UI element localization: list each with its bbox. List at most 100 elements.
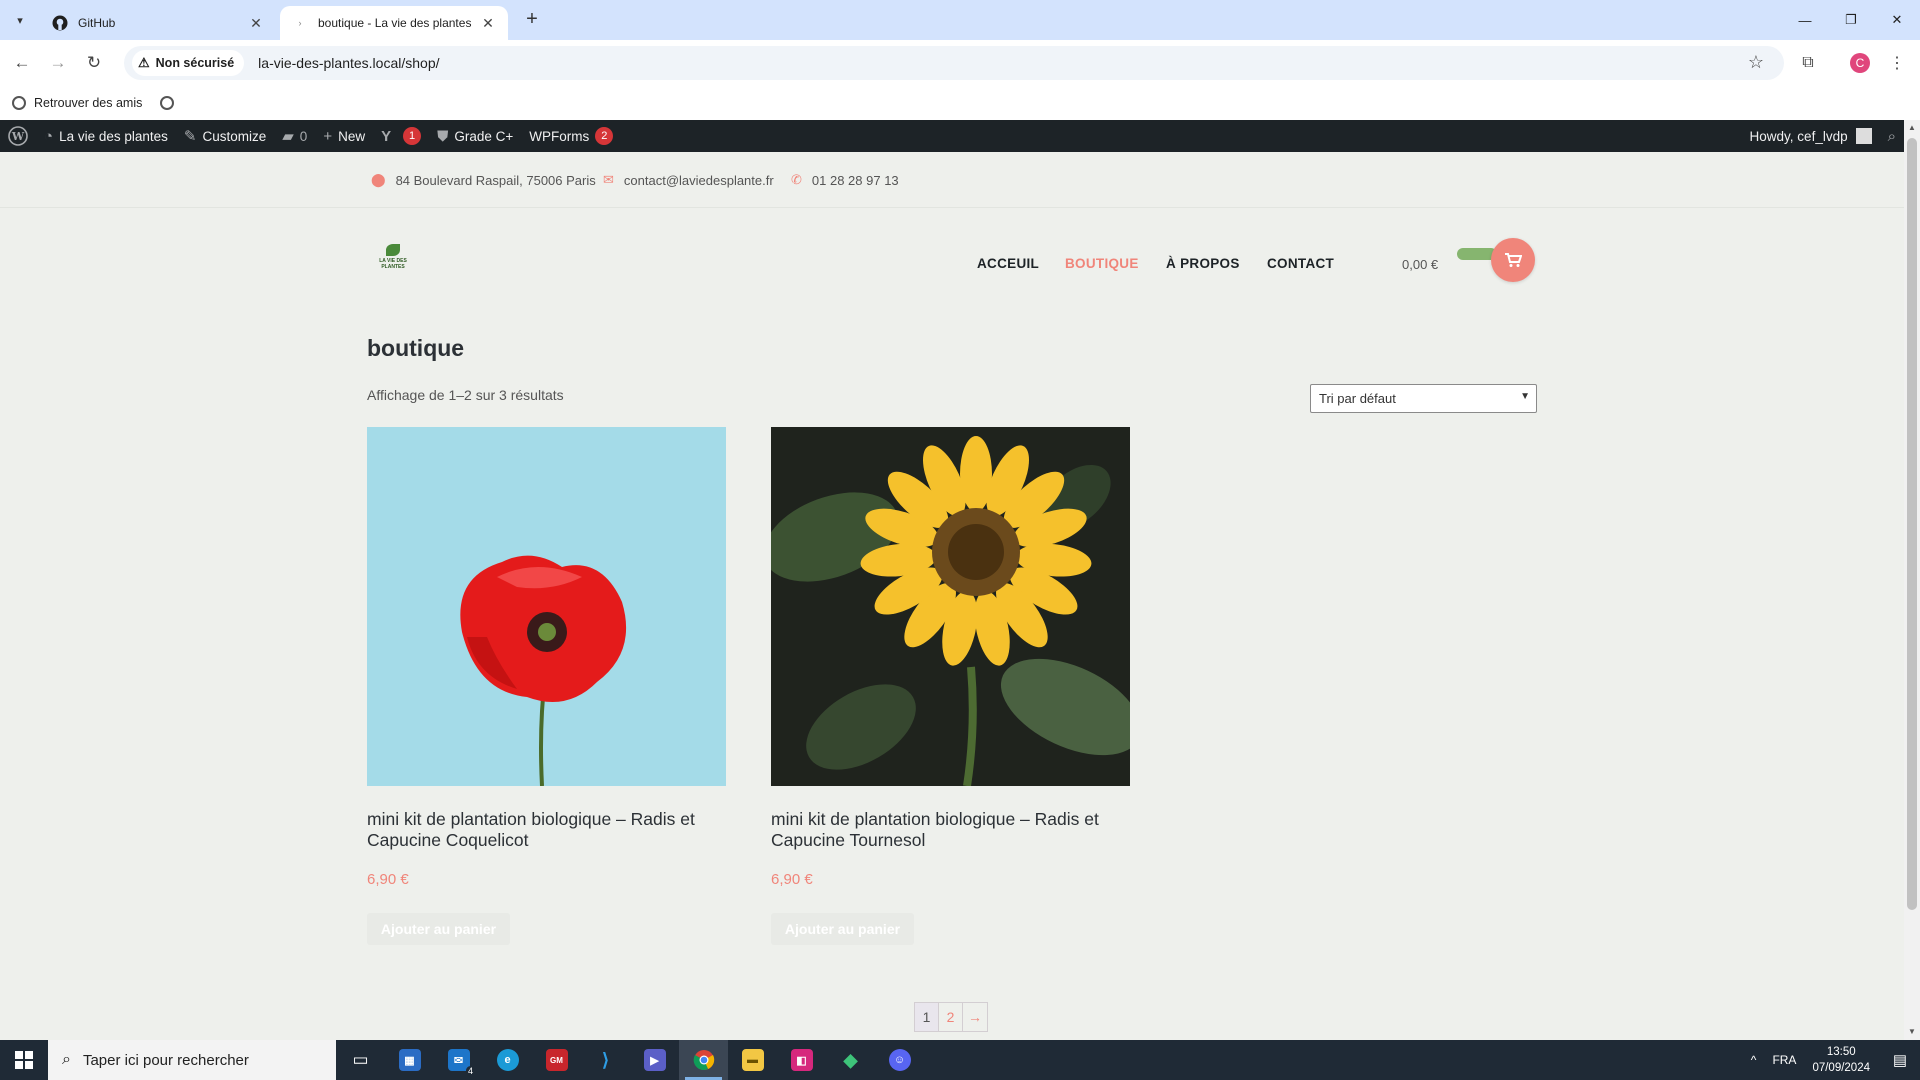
comments-button[interactable]: ▰ 0 <box>274 120 315 152</box>
avatar <box>1855 128 1872 144</box>
product-price: 6,90 € <box>771 871 813 888</box>
dashboard-icon: ◔ <box>44 127 54 145</box>
nav-item-a-propos[interactable]: À PROPOS <box>1166 256 1240 271</box>
svg-text:W: W <box>11 130 25 143</box>
tab-close-icon[interactable]: ✕ <box>480 15 496 32</box>
language-indicator[interactable]: FRA <box>1772 1053 1796 1067</box>
grade-label: Grade C+ <box>454 128 514 144</box>
windows-taskbar: ⌕ Taper ici pour rechercher ▭ ▦ ✉ 4 e GM… <box>0 1040 1920 1080</box>
admin-search-button[interactable]: ⌕ <box>1880 120 1904 152</box>
yoast-button[interactable]: Y 1 <box>373 120 429 152</box>
email-info[interactable]: ✉ contact@laviedesplante.fr <box>603 172 774 188</box>
page-scrollbar[interactable]: ▲ ▼ <box>1904 120 1920 1040</box>
wpforms-badge: 2 <box>595 127 614 145</box>
clock[interactable]: 13:50 07/09/2024 <box>1812 1044 1870 1076</box>
minimize-button[interactable]: — <box>1782 0 1828 40</box>
back-button[interactable]: ← <box>8 49 36 77</box>
bookmark-item-globe[interactable] <box>160 96 182 110</box>
account-menu[interactable]: Howdy, cef_lvdp <box>1742 120 1880 152</box>
warning-icon: ⚠ <box>138 55 150 70</box>
security-chip[interactable]: ⚠ Non sécurisé <box>132 50 245 76</box>
reload-button[interactable]: ↻ <box>80 49 108 77</box>
close-window-button[interactable]: ✕ <box>1874 0 1920 40</box>
scroll-down-icon[interactable]: ▼ <box>1904 1024 1920 1040</box>
address-bar[interactable]: ⚠ Non sécurisé la-vie-des-plantes.local/… <box>124 46 1784 80</box>
tray-chevron-up-icon[interactable]: ^ <box>1751 1053 1757 1067</box>
scroll-up-icon[interactable]: ▲ <box>1904 120 1920 136</box>
product-image-sunflower[interactable] <box>771 427 1130 786</box>
site-logo[interactable]: LA VIE DES PLANTES <box>374 244 412 278</box>
product-image-poppy[interactable] <box>367 427 726 786</box>
cart-icon <box>1505 253 1522 267</box>
brush-icon: ✎ <box>183 128 197 145</box>
wp-logo-button[interactable]: W <box>0 120 36 152</box>
url-text[interactable]: la-vie-des-plantes.local/shop/ <box>258 55 439 71</box>
notification-icon[interactable]: ▤ <box>1880 1051 1920 1069</box>
taskbar-search[interactable]: ⌕ Taper ici pour rechercher <box>48 1040 336 1080</box>
product-title[interactable]: mini kit de plantation biologique – Radi… <box>367 809 726 851</box>
email-text[interactable]: contact@laviedesplante.fr <box>624 173 774 188</box>
search-icon: ⌕ <box>1887 127 1896 145</box>
start-button[interactable] <box>0 1040 48 1080</box>
chrome-icon[interactable] <box>679 1040 728 1080</box>
product-title[interactable]: mini kit de plantation biologique – Radi… <box>771 809 1130 851</box>
grade-button[interactable]: ⛊ Grade C+ <box>429 120 521 152</box>
browser-toolbar: ← → ↻ ⚠ Non sécurisé la-vie-des-plantes.… <box>0 40 1920 86</box>
globe-icon <box>160 96 175 110</box>
discord-icon[interactable]: ☺ <box>875 1040 924 1080</box>
cart-button[interactable] <box>1491 238 1535 282</box>
new-label: New <box>338 128 366 144</box>
mail-icon[interactable]: ✉ 4 <box>434 1040 483 1080</box>
tab-search-chevron-icon[interactable]: ▾ <box>8 8 32 32</box>
tab-title: GitHub <box>78 16 116 30</box>
local-app-icon[interactable]: ◧ <box>777 1040 826 1080</box>
orderby-select[interactable]: Tri par défaut ▼ <box>1310 384 1537 413</box>
media-app-icon[interactable]: ▶ <box>630 1040 679 1080</box>
add-to-cart-button[interactable]: Ajouter au panier <box>771 913 914 945</box>
windows-logo-icon <box>15 1051 33 1069</box>
nav-item-contact[interactable]: CONTACT <box>1267 256 1334 271</box>
tab-boutique[interactable]: › boutique - La vie des plantes ✕ <box>280 6 508 40</box>
edge-icon[interactable]: e <box>483 1040 532 1080</box>
vscode-icon[interactable]: ⟩ <box>581 1040 630 1080</box>
site-contact-bar: ⬤ 84 Boulevard Raspail, 75006 Paris ✉ co… <box>0 152 1904 208</box>
wp-admin-bar: W ◔ La vie des plantes ✎ Customize ▰ 0 +… <box>0 120 1904 152</box>
new-tab-button[interactable]: + <box>520 8 544 32</box>
restore-button[interactable]: ❐ <box>1828 0 1874 40</box>
green-app-icon[interactable]: ◆ <box>826 1040 875 1080</box>
new-content-button[interactable]: + New <box>315 120 373 152</box>
page-number-current: 1 <box>915 1003 939 1031</box>
bookmark-star-icon[interactable]: ☆ <box>1748 52 1764 73</box>
red-app-icon[interactable]: GM <box>532 1040 581 1080</box>
wpforms-button[interactable]: WPForms 2 <box>521 120 621 152</box>
task-view-icon[interactable]: ▭ <box>336 1040 385 1080</box>
tab-close-icon[interactable]: ✕ <box>248 15 264 32</box>
phone-text[interactable]: 01 28 28 97 13 <box>812 173 899 188</box>
profile-avatar[interactable]: C <box>1849 52 1871 74</box>
address-text: 84 Boulevard Raspail, 75006 Paris <box>395 172 596 188</box>
nav-item-boutique[interactable]: BOUTIQUE <box>1065 256 1139 271</box>
nav-item-acceuil[interactable]: ACCEUIL <box>977 256 1039 271</box>
howdy-label: Howdy, cef_lvdp <box>1749 128 1848 144</box>
page-number-link[interactable]: 2 <box>939 1003 963 1031</box>
wpforms-label: WPForms <box>529 128 590 144</box>
bookmark-item[interactable]: Retrouver des amis <box>12 96 142 110</box>
globe-icon <box>12 96 26 110</box>
comment-icon: ▰ <box>282 128 294 145</box>
add-to-cart-button[interactable]: Ajouter au panier <box>367 913 510 945</box>
file-explorer-icon[interactable]: ▬ <box>728 1040 777 1080</box>
store-icon[interactable]: ▦ <box>385 1040 434 1080</box>
system-tray: ^ FRA 13:50 07/09/2024 ▤ <box>1751 1040 1920 1080</box>
map-pin-icon: ⬤ <box>371 172 386 187</box>
menu-kebab-icon[interactable]: ⋮ <box>1886 52 1908 74</box>
site-favicon: › <box>298 18 302 28</box>
customize-button[interactable]: ✎ Customize <box>176 120 274 152</box>
extensions-icon[interactable]: ⧉ <box>1797 52 1819 74</box>
site-name-menu[interactable]: ◔ La vie des plantes <box>36 120 176 152</box>
tab-github[interactable]: GitHub ✕ <box>40 6 276 40</box>
phone-info[interactable]: ✆ 01 28 28 97 13 <box>791 172 899 188</box>
next-page-link[interactable]: → <box>963 1003 987 1031</box>
cart-total[interactable]: 0,00 € <box>1402 257 1438 272</box>
forward-button[interactable]: → <box>44 49 72 77</box>
scrollbar-thumb[interactable] <box>1907 138 1917 910</box>
